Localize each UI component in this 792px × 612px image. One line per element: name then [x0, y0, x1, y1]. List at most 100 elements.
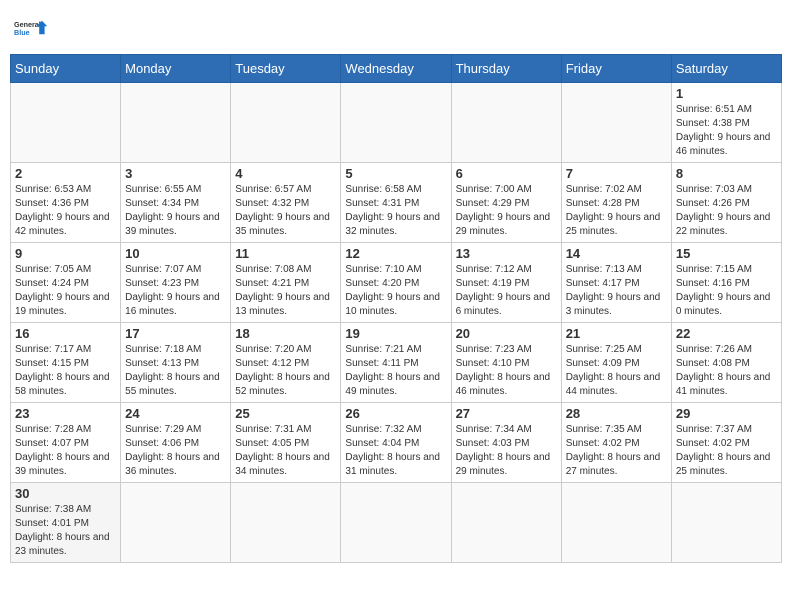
calendar-cell	[11, 83, 121, 163]
page-header: GeneralBlue	[10, 10, 782, 46]
calendar-cell: 4 Sunrise: 6:57 AM Sunset: 4:32 PM Daylig…	[231, 163, 341, 243]
calendar-week-row: 2 Sunrise: 6:53 AM Sunset: 4:36 PM Daylig…	[11, 163, 782, 243]
day-info: Sunrise: 7:28 AM Sunset: 4:07 PM Dayligh…	[15, 423, 116, 479]
day-info: Sunrise: 7:12 AM Sunset: 4:19 PM Dayligh…	[456, 263, 557, 319]
weekday-header-monday: Monday	[121, 55, 231, 83]
logo-icon: GeneralBlue	[14, 10, 50, 46]
day-info: Sunrise: 7:07 AM Sunset: 4:23 PM Dayligh…	[125, 263, 226, 319]
day-number: 17	[125, 326, 226, 341]
day-info: Sunrise: 7:38 AM Sunset: 4:01 PM Dayligh…	[15, 503, 116, 559]
day-info: Sunrise: 7:21 AM Sunset: 4:11 PM Dayligh…	[345, 343, 446, 399]
day-info: Sunrise: 7:35 AM Sunset: 4:02 PM Dayligh…	[566, 423, 667, 479]
day-info: Sunrise: 7:10 AM Sunset: 4:20 PM Dayligh…	[345, 263, 446, 319]
day-number: 25	[235, 406, 336, 421]
day-info: Sunrise: 7:37 AM Sunset: 4:02 PM Dayligh…	[676, 423, 777, 479]
day-number: 12	[345, 246, 446, 261]
calendar-cell: 12 Sunrise: 7:10 AM Sunset: 4:20 PM Dayli…	[341, 243, 451, 323]
day-info: Sunrise: 7:20 AM Sunset: 4:12 PM Dayligh…	[235, 343, 336, 399]
calendar-cell: 13 Sunrise: 7:12 AM Sunset: 4:19 PM Dayli…	[451, 243, 561, 323]
calendar-cell: 28Sunrise: 7:35 AM Sunset: 4:02 PM Dayli…	[561, 403, 671, 483]
calendar-week-row: 1Sunrise: 6:51 AM Sunset: 4:38 PM Daylig…	[11, 83, 782, 163]
calendar-week-row: 16Sunrise: 7:17 AM Sunset: 4:15 PM Dayli…	[11, 323, 782, 403]
calendar-cell: 6 Sunrise: 7:00 AM Sunset: 4:29 PM Daylig…	[451, 163, 561, 243]
calendar-cell	[121, 483, 231, 563]
calendar-week-row: 30 Sunrise: 7:38 AM Sunset: 4:01 PM Dayli…	[11, 483, 782, 563]
day-number: 23	[15, 406, 116, 421]
day-number: 14	[566, 246, 667, 261]
day-number: 30	[15, 486, 116, 501]
day-number: 7	[566, 166, 667, 181]
calendar-cell: 3 Sunrise: 6:55 AM Sunset: 4:34 PM Daylig…	[121, 163, 231, 243]
day-info: Sunrise: 6:53 AM Sunset: 4:36 PM Dayligh…	[15, 183, 116, 239]
calendar-cell	[231, 483, 341, 563]
calendar-cell: 10Sunrise: 7:07 AM Sunset: 4:23 PM Dayli…	[121, 243, 231, 323]
calendar-cell: 24Sunrise: 7:29 AM Sunset: 4:06 PM Dayli…	[121, 403, 231, 483]
day-number: 2	[15, 166, 116, 181]
day-number: 22	[676, 326, 777, 341]
calendar-cell	[451, 483, 561, 563]
calendar-table: SundayMondayTuesdayWednesdayThursdayFrid…	[10, 54, 782, 563]
day-info: Sunrise: 7:23 AM Sunset: 4:10 PM Dayligh…	[456, 343, 557, 399]
day-info: Sunrise: 6:58 AM Sunset: 4:31 PM Dayligh…	[345, 183, 446, 239]
day-info: Sunrise: 7:02 AM Sunset: 4:28 PM Dayligh…	[566, 183, 667, 239]
calendar-cell: 5 Sunrise: 6:58 AM Sunset: 4:31 PM Daylig…	[341, 163, 451, 243]
day-number: 11	[235, 246, 336, 261]
calendar-cell: 18Sunrise: 7:20 AM Sunset: 4:12 PM Dayli…	[231, 323, 341, 403]
calendar-cell: 16Sunrise: 7:17 AM Sunset: 4:15 PM Dayli…	[11, 323, 121, 403]
day-info: Sunrise: 6:51 AM Sunset: 4:38 PM Dayligh…	[676, 103, 777, 159]
calendar-cell: 14 Sunrise: 7:13 AM Sunset: 4:17 PM Dayli…	[561, 243, 671, 323]
day-number: 9	[15, 246, 116, 261]
day-info: Sunrise: 7:15 AM Sunset: 4:16 PM Dayligh…	[676, 263, 777, 319]
calendar-cell: 15Sunrise: 7:15 AM Sunset: 4:16 PM Dayli…	[671, 243, 781, 323]
weekday-header-wednesday: Wednesday	[341, 55, 451, 83]
calendar-cell	[341, 483, 451, 563]
day-number: 6	[456, 166, 557, 181]
calendar-cell: 17 Sunrise: 7:18 AM Sunset: 4:13 PM Dayli…	[121, 323, 231, 403]
day-info: Sunrise: 7:34 AM Sunset: 4:03 PM Dayligh…	[456, 423, 557, 479]
day-number: 4	[235, 166, 336, 181]
day-info: Sunrise: 7:05 AM Sunset: 4:24 PM Dayligh…	[15, 263, 116, 319]
calendar-cell: 21 Sunrise: 7:25 AM Sunset: 4:09 PM Dayli…	[561, 323, 671, 403]
day-number: 3	[125, 166, 226, 181]
day-info: Sunrise: 7:00 AM Sunset: 4:29 PM Dayligh…	[456, 183, 557, 239]
weekday-header-thursday: Thursday	[451, 55, 561, 83]
day-number: 13	[456, 246, 557, 261]
calendar-cell: 20 Sunrise: 7:23 AM Sunset: 4:10 PM Dayli…	[451, 323, 561, 403]
day-info: Sunrise: 7:08 AM Sunset: 4:21 PM Dayligh…	[235, 263, 336, 319]
day-info: Sunrise: 7:18 AM Sunset: 4:13 PM Dayligh…	[125, 343, 226, 399]
weekday-header-row: SundayMondayTuesdayWednesdayThursdayFrid…	[11, 55, 782, 83]
day-info: Sunrise: 6:57 AM Sunset: 4:32 PM Dayligh…	[235, 183, 336, 239]
logo: GeneralBlue	[14, 10, 50, 46]
svg-text:Blue: Blue	[14, 28, 30, 37]
calendar-cell: 26Sunrise: 7:32 AM Sunset: 4:04 PM Dayli…	[341, 403, 451, 483]
calendar-week-row: 9 Sunrise: 7:05 AM Sunset: 4:24 PM Daylig…	[11, 243, 782, 323]
day-info: Sunrise: 7:13 AM Sunset: 4:17 PM Dayligh…	[566, 263, 667, 319]
day-number: 21	[566, 326, 667, 341]
calendar-cell	[341, 83, 451, 163]
day-info: Sunrise: 7:25 AM Sunset: 4:09 PM Dayligh…	[566, 343, 667, 399]
calendar-cell: 8Sunrise: 7:03 AM Sunset: 4:26 PM Daylig…	[671, 163, 781, 243]
day-number: 5	[345, 166, 446, 181]
calendar-cell	[121, 83, 231, 163]
day-info: Sunrise: 7:03 AM Sunset: 4:26 PM Dayligh…	[676, 183, 777, 239]
day-info: Sunrise: 6:55 AM Sunset: 4:34 PM Dayligh…	[125, 183, 226, 239]
calendar-cell: 27 Sunrise: 7:34 AM Sunset: 4:03 PM Dayli…	[451, 403, 561, 483]
day-info: Sunrise: 7:32 AM Sunset: 4:04 PM Dayligh…	[345, 423, 446, 479]
day-info: Sunrise: 7:26 AM Sunset: 4:08 PM Dayligh…	[676, 343, 777, 399]
calendar-cell: 19 Sunrise: 7:21 AM Sunset: 4:11 PM Dayli…	[341, 323, 451, 403]
calendar-cell: 7 Sunrise: 7:02 AM Sunset: 4:28 PM Daylig…	[561, 163, 671, 243]
weekday-header-sunday: Sunday	[11, 55, 121, 83]
day-number: 20	[456, 326, 557, 341]
calendar-cell	[231, 83, 341, 163]
calendar-week-row: 23 Sunrise: 7:28 AM Sunset: 4:07 PM Dayli…	[11, 403, 782, 483]
day-info: Sunrise: 7:29 AM Sunset: 4:06 PM Dayligh…	[125, 423, 226, 479]
weekday-header-saturday: Saturday	[671, 55, 781, 83]
weekday-header-tuesday: Tuesday	[231, 55, 341, 83]
calendar-cell: 22 Sunrise: 7:26 AM Sunset: 4:08 PM Dayli…	[671, 323, 781, 403]
calendar-cell: 25Sunrise: 7:31 AM Sunset: 4:05 PM Dayli…	[231, 403, 341, 483]
weekday-header-friday: Friday	[561, 55, 671, 83]
calendar-cell: 1Sunrise: 6:51 AM Sunset: 4:38 PM Daylig…	[671, 83, 781, 163]
calendar-cell	[671, 483, 781, 563]
day-number: 27	[456, 406, 557, 421]
day-number: 19	[345, 326, 446, 341]
